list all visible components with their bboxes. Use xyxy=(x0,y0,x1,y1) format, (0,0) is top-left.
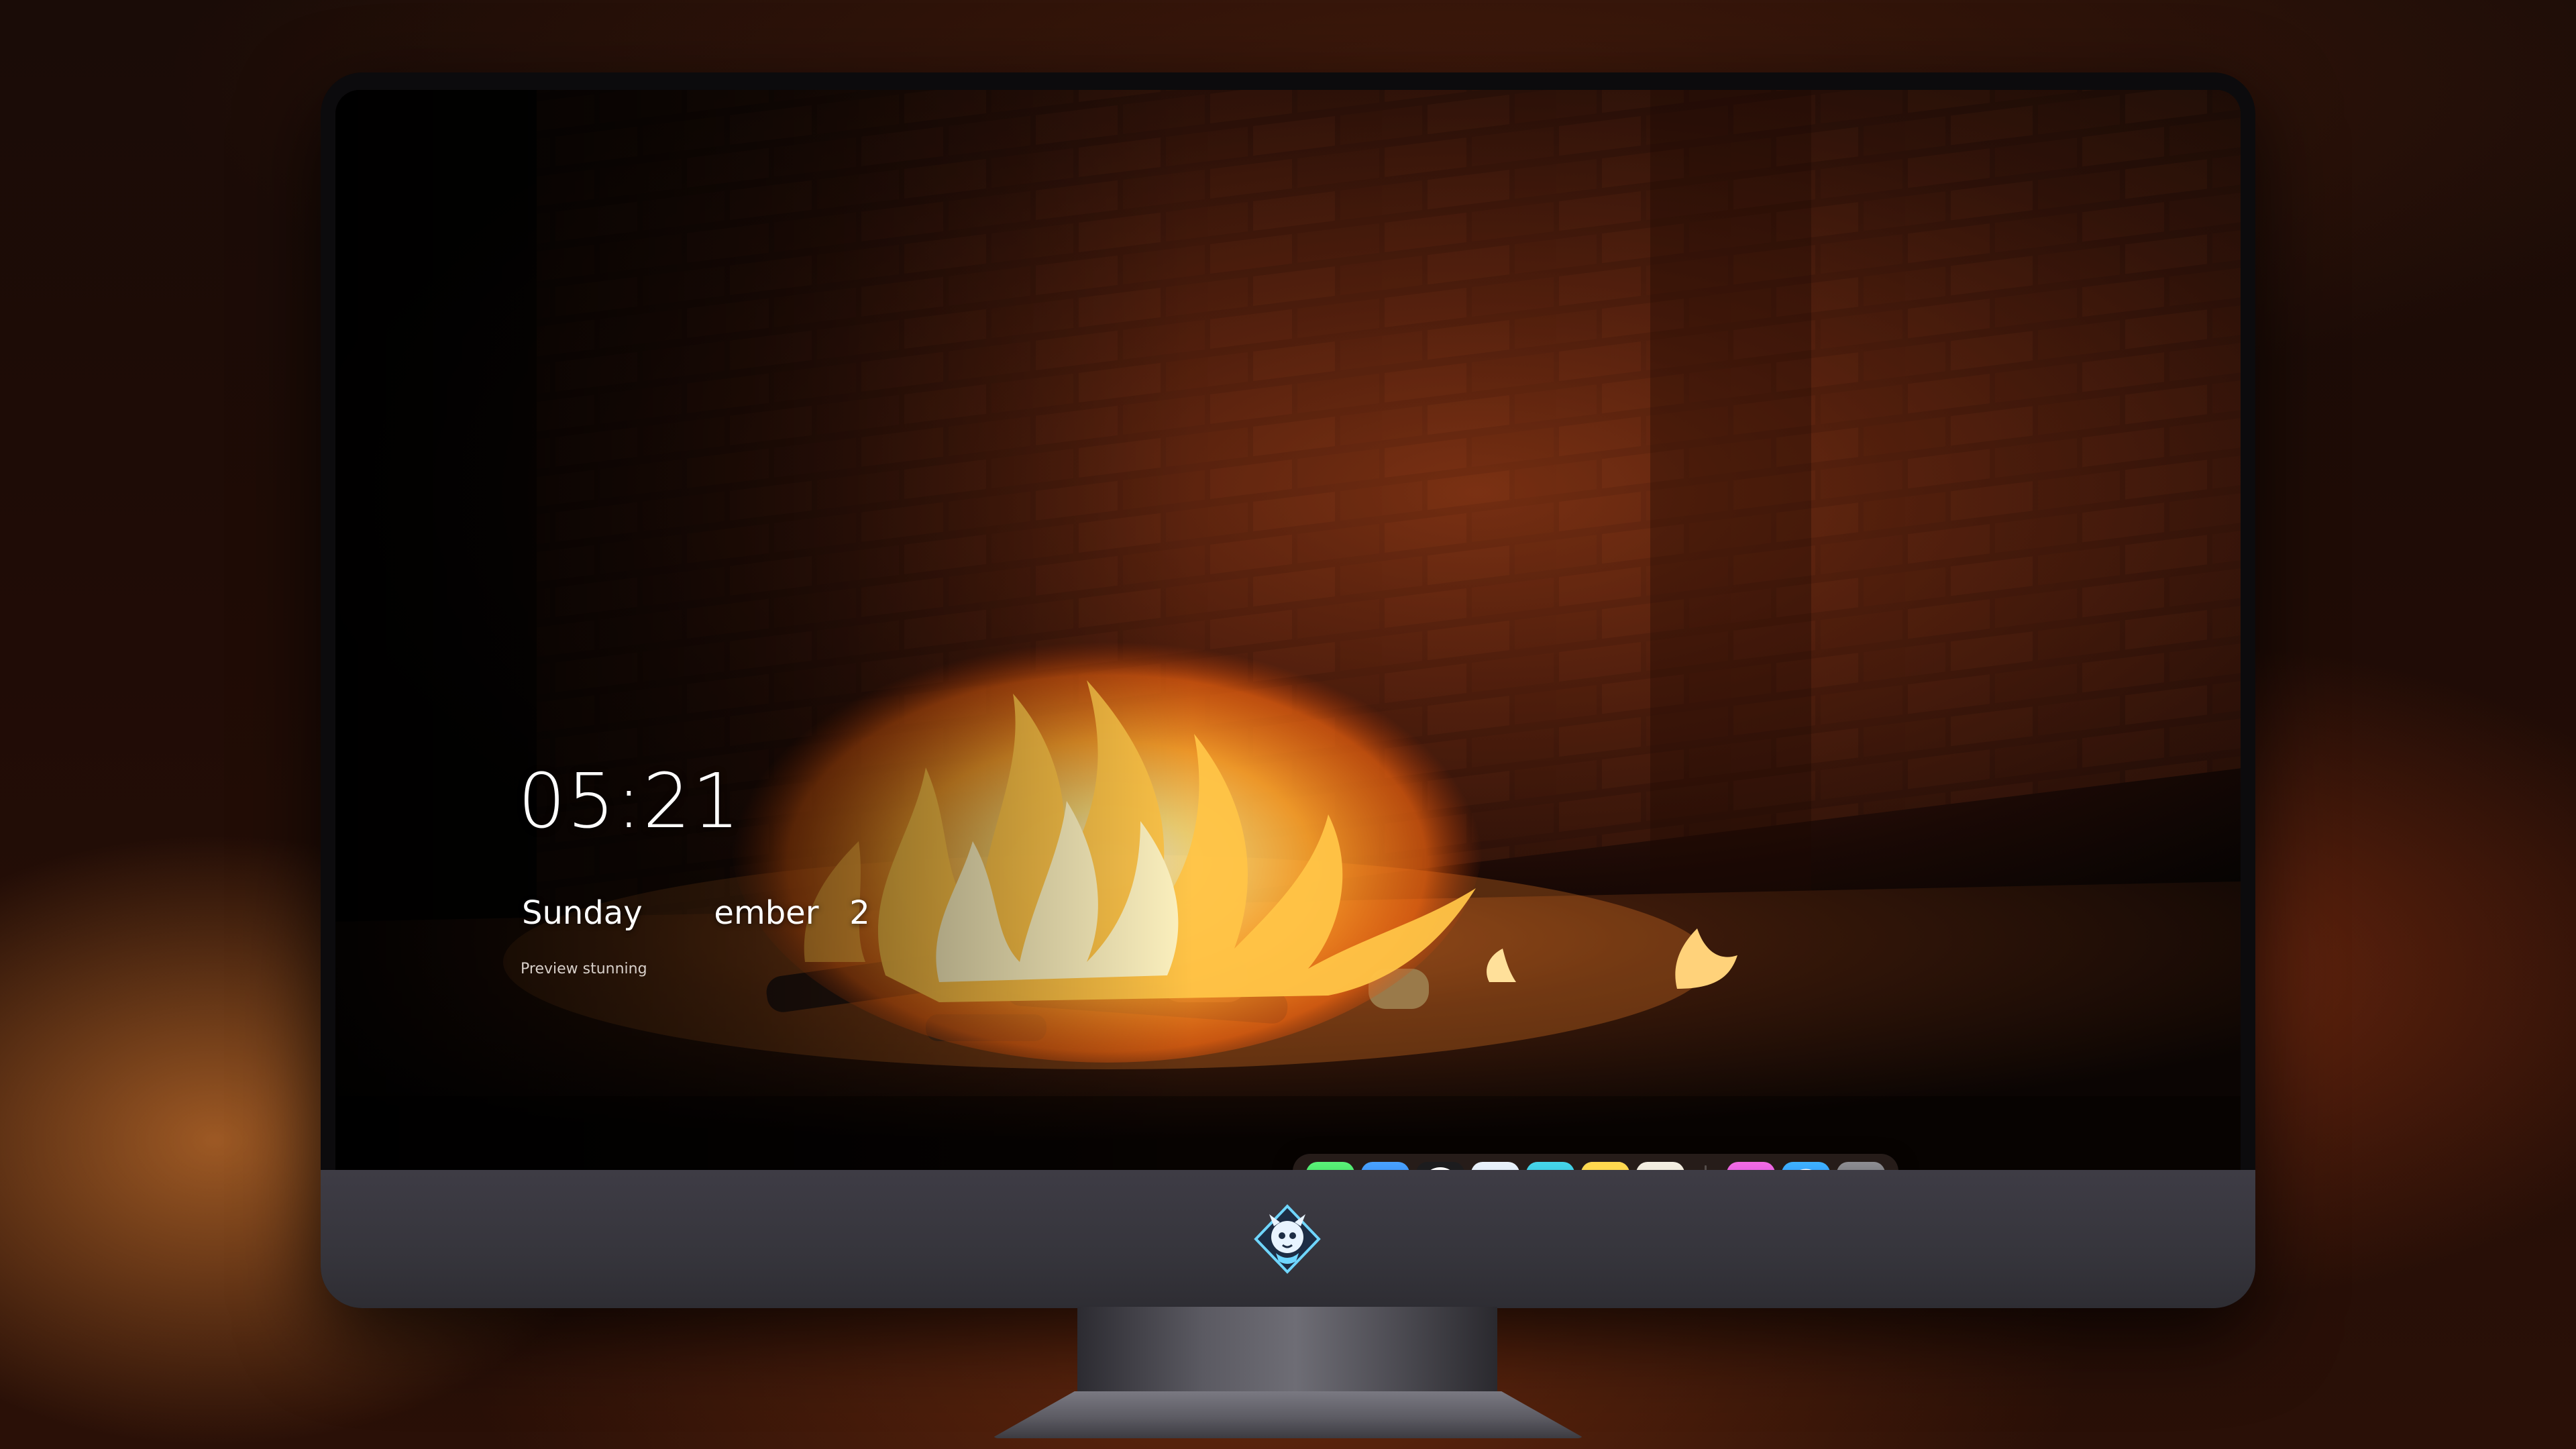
monitor-stand-base xyxy=(991,1391,1585,1438)
dock-separator xyxy=(1705,1165,1707,1170)
photo-slideshow-icon[interactable] xyxy=(1636,1162,1684,1170)
claquette-icon[interactable] xyxy=(1526,1162,1574,1170)
lock-screen-date: Sunday ember 2 xyxy=(522,894,870,932)
notes-icon[interactable] xyxy=(1581,1162,1629,1170)
fireplace-wallpaper xyxy=(335,90,2241,1170)
messages-icon[interactable] xyxy=(1306,1162,1354,1170)
lock-screen-subtitle: Preview stunning xyxy=(521,961,647,977)
monitor-stand-neck xyxy=(1077,1307,1497,1398)
preview-icon[interactable] xyxy=(1471,1162,1519,1170)
desktop-scene: 05:21 Sunday ember 2 Preview stunning xyxy=(0,0,2576,1449)
dock xyxy=(1293,1154,1898,1170)
screen-wallpaper: 05:21 Sunday ember 2 Preview stunning xyxy=(335,90,2241,1170)
weather-icon[interactable] xyxy=(1361,1162,1409,1170)
lock-screen-time: 05:21 xyxy=(518,758,741,845)
clock-icon[interactable] xyxy=(1416,1162,1464,1170)
screenshot-icon[interactable] xyxy=(1837,1162,1885,1170)
imac-monitor: 05:21 Sunday ember 2 Preview stunning xyxy=(321,72,2255,1308)
dragon-mascot-logo xyxy=(1252,1203,1323,1275)
app-store-icon[interactable] xyxy=(1782,1162,1830,1170)
itunes-icon[interactable] xyxy=(1727,1162,1775,1170)
